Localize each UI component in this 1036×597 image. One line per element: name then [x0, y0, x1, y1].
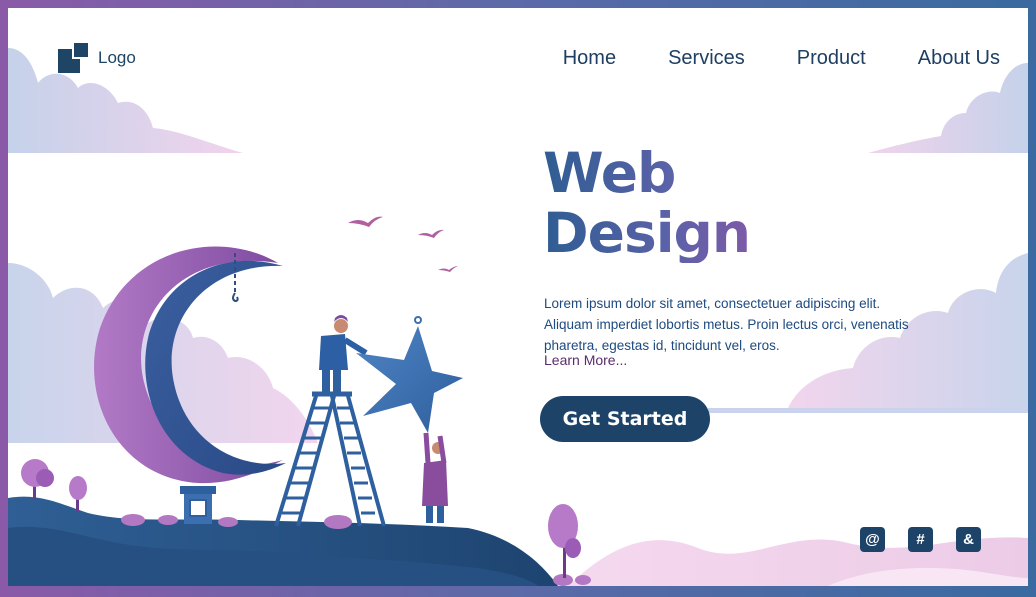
at-icon[interactable]: @ — [860, 527, 885, 552]
hero-title-line-1: Web — [543, 141, 676, 205]
learn-more-link[interactable]: Learn More... — [544, 352, 627, 368]
tree-right — [548, 504, 581, 578]
page-frame: Logo Home Services Product About Us Web … — [8, 8, 1028, 586]
ampersand-icon[interactable]: & — [956, 527, 981, 552]
ground-hill — [8, 496, 558, 586]
person-below-star — [422, 432, 448, 523]
tree-left-1 — [21, 459, 54, 500]
birds — [348, 216, 458, 272]
logo-icon — [58, 43, 88, 73]
nav-product[interactable]: Product — [797, 44, 866, 72]
logo-label: Logo — [98, 48, 136, 67]
logo[interactable]: Logo — [58, 43, 136, 73]
hash-icon[interactable]: # — [908, 527, 933, 552]
hero-description: Lorem ipsum dolor sit amet, consectetuer… — [544, 296, 909, 353]
nav-home[interactable]: Home — [563, 44, 616, 72]
nav-about-us[interactable]: About Us — [918, 44, 1000, 72]
tree-left-2 — [69, 476, 87, 511]
get-started-button[interactable]: Get Started — [540, 396, 710, 442]
nav-services[interactable]: Services — [668, 44, 745, 72]
cloud-top-right — [868, 63, 1028, 153]
social-links: @ # & — [860, 527, 981, 552]
hero-title: Web Design — [543, 143, 750, 263]
hero-title-line-2: Design — [543, 201, 751, 265]
star-shape — [356, 316, 463, 433]
main-nav: Home Services Product About Us — [511, 44, 1000, 72]
